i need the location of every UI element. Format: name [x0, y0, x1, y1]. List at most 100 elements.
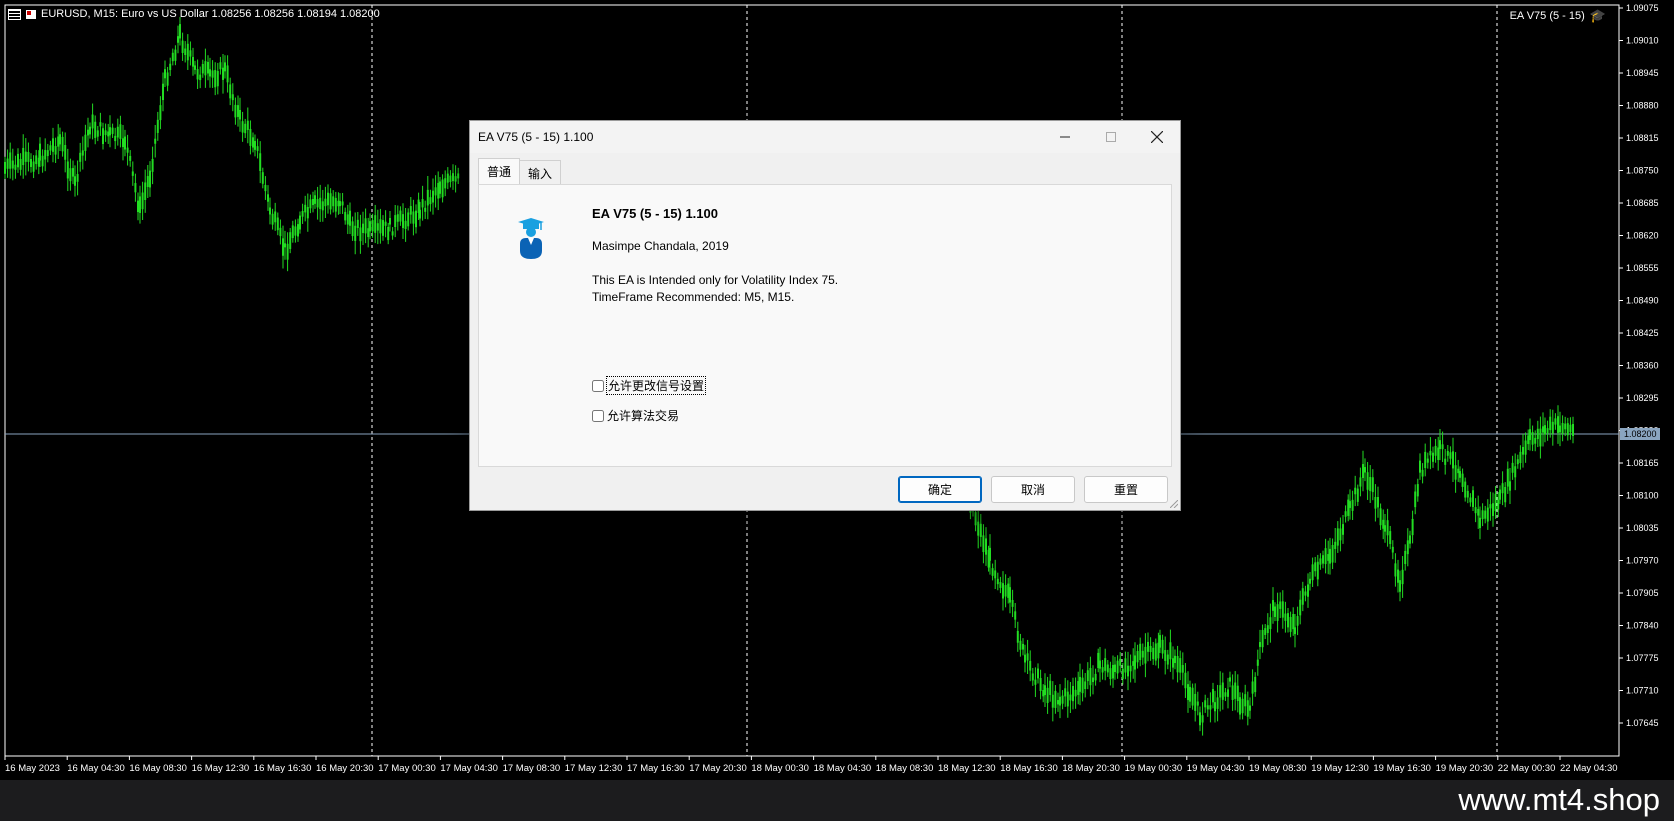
- price-label: 1.07905: [1626, 588, 1659, 598]
- candle-body: [11, 160, 14, 169]
- candle-body: [426, 189, 429, 206]
- candle-body: [1309, 578, 1311, 584]
- candle-body: [119, 124, 122, 139]
- candle-body: [1109, 668, 1112, 680]
- candle-body: [186, 43, 189, 61]
- close-button[interactable]: [1134, 121, 1180, 153]
- candle-body: [107, 131, 110, 137]
- candle-body: [30, 159, 32, 167]
- allow-algo-trading-checkbox[interactable]: 允许算法交易: [592, 407, 679, 424]
- tab-inputs[interactable]: 输入: [519, 160, 562, 184]
- candle-body: [246, 120, 249, 131]
- candle-body: [156, 119, 159, 133]
- candle-body: [1191, 687, 1194, 706]
- candle-body: [1356, 488, 1359, 502]
- candle-body: [452, 173, 454, 182]
- candle-body: [1141, 650, 1144, 658]
- time-label: 16 May 2023: [5, 763, 60, 774]
- allow-signal-settings-input[interactable]: [592, 379, 604, 392]
- candle-body: [1474, 507, 1477, 514]
- candle-body: [429, 197, 432, 205]
- candle-body: [432, 190, 434, 203]
- dialog-titlebar[interactable]: EA V75 (5 - 15) 1.100: [470, 121, 1180, 153]
- candle-body: [1239, 697, 1241, 715]
- candle-body: [1016, 630, 1019, 643]
- candle-body: [1311, 564, 1314, 581]
- time-label: 19 May 20:30: [1436, 763, 1494, 774]
- candle-body: [216, 71, 219, 87]
- candle-body: [279, 227, 282, 237]
- allow-signal-settings-checkbox[interactable]: 允许更改信号设置: [592, 376, 707, 395]
- cancel-button[interactable]: 取消: [991, 476, 1075, 503]
- candle-body: [1284, 613, 1287, 621]
- candle-body: [1406, 540, 1409, 555]
- close-icon: [1151, 131, 1163, 143]
- candle-body: [276, 217, 279, 231]
- time-label: 17 May 08:30: [503, 763, 561, 774]
- candle-body: [1549, 416, 1552, 431]
- minimize-button[interactable]: [1042, 121, 1088, 153]
- candle-body: [449, 175, 452, 182]
- price-label: 1.07970: [1626, 556, 1659, 566]
- candle-body: [54, 146, 57, 155]
- flag-icon: [26, 9, 36, 19]
- candle-body: [271, 213, 274, 225]
- candle-body: [1119, 658, 1122, 666]
- candle-body: [1229, 677, 1231, 682]
- candle-body: [72, 168, 74, 177]
- candle-body: [1144, 646, 1147, 664]
- price-label: 1.08360: [1626, 361, 1659, 371]
- candle-body: [369, 221, 371, 232]
- candle-body: [1181, 665, 1184, 673]
- time-label: 18 May 16:30: [1000, 763, 1058, 774]
- candle-body: [211, 70, 214, 78]
- candle-body: [415, 210, 417, 228]
- candle-body: [1057, 700, 1059, 705]
- candle-body: [259, 153, 262, 171]
- candle-body: [441, 179, 444, 198]
- candle-body: [169, 63, 172, 71]
- bid-price-label: 1.08200: [1624, 429, 1657, 439]
- candle-body: [399, 210, 402, 222]
- candle-body: [409, 206, 412, 215]
- candle-body: [237, 105, 239, 117]
- candle-body: [264, 184, 267, 192]
- candle-body: [1216, 697, 1219, 709]
- candle-body: [396, 214, 399, 222]
- candle-body: [137, 200, 139, 213]
- candle-body: [1564, 423, 1567, 430]
- candle-body: [1351, 499, 1354, 511]
- candle-body: [1299, 599, 1302, 616]
- candle-body: [1039, 678, 1042, 692]
- candle-body: [144, 182, 147, 200]
- candle-body: [1037, 668, 1039, 679]
- candle-body: [1256, 659, 1259, 666]
- maximize-button[interactable]: [1088, 121, 1134, 153]
- chart-title: EURUSD, M15: Euro vs US Dollar 1.08256 1…: [41, 8, 380, 20]
- candle-body: [199, 74, 202, 81]
- ea-indicator[interactable]: EA V75 (5 - 15) 🎓: [1510, 8, 1606, 24]
- candle-body: [1129, 665, 1132, 672]
- candle-body: [434, 187, 437, 196]
- candle-body: [286, 243, 289, 260]
- candle-body: [1386, 520, 1389, 536]
- price-label: 1.08555: [1626, 263, 1659, 273]
- candle-body: [1241, 698, 1244, 714]
- allow-algo-trading-input[interactable]: [592, 409, 604, 422]
- candle-body: [1044, 685, 1046, 696]
- candle-body: [1377, 497, 1379, 508]
- candle-body: [1457, 468, 1460, 474]
- candle-body: [1184, 672, 1187, 689]
- candle-body: [1494, 493, 1497, 512]
- reset-button[interactable]: 重置: [1084, 476, 1168, 503]
- resize-grip-icon[interactable]: [1170, 500, 1178, 508]
- candle-body: [1319, 558, 1322, 565]
- candle-body: [1272, 600, 1274, 611]
- tab-common[interactable]: 普通: [478, 158, 521, 187]
- candle-body: [384, 221, 387, 226]
- candle-body: [1209, 705, 1212, 710]
- candle-body: [1389, 531, 1392, 545]
- candle-body: [1336, 528, 1339, 546]
- candle-body: [252, 137, 254, 148]
- ok-button[interactable]: 确定: [898, 476, 982, 503]
